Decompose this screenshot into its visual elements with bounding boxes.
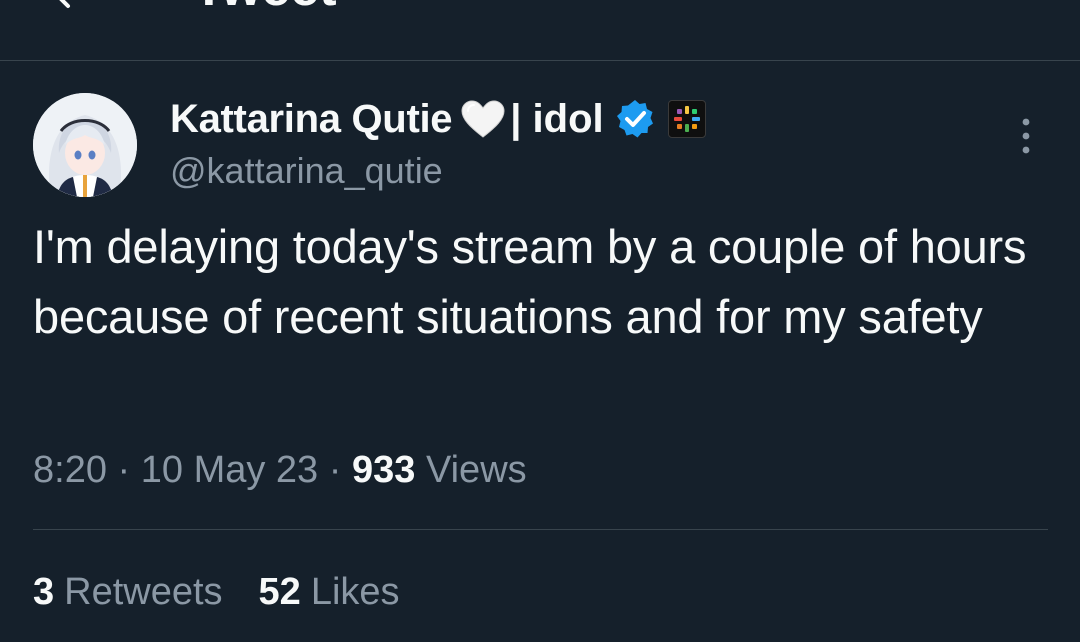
- retweets-stat[interactable]: 3 Retweets: [33, 564, 223, 620]
- affiliate-badge-icon[interactable]: [667, 100, 706, 138]
- page-title: Tweet: [193, 0, 337, 18]
- more-options-icon[interactable]: [1015, 116, 1037, 156]
- tweet: Kattarina Qutie | idol @kattarina_qutie …: [0, 61, 1080, 642]
- tweet-text: I'm delaying today's stream by a couple …: [33, 220, 1027, 343]
- tweet-date[interactable]: 10 May 23: [141, 449, 318, 491]
- meta-separator: ·: [328, 449, 342, 491]
- author-name[interactable]: Kattarina Qutie: [170, 97, 453, 142]
- back-arrow-icon[interactable]: [48, 0, 88, 14]
- engagement-stats: 3 Retweets 52 Likes: [33, 564, 400, 620]
- author-handle[interactable]: @kattarina_qutie: [170, 150, 443, 192]
- tweet-meta: 8:20 · 10 May 23 · 933 Views: [33, 442, 527, 498]
- retweets-count: 3: [33, 571, 55, 613]
- avatar[interactable]: [33, 93, 137, 197]
- likes-count: 52: [258, 571, 301, 613]
- verified-badge-icon[interactable]: [614, 98, 656, 140]
- likes-label: Likes: [310, 571, 400, 613]
- author-name-row[interactable]: Kattarina Qutie | idol: [170, 95, 706, 143]
- tweet-time[interactable]: 8:20: [33, 449, 107, 491]
- avatar-image: [33, 93, 137, 197]
- likes-stat[interactable]: 52 Likes: [259, 564, 400, 620]
- author-name-suffix: | idol: [510, 96, 604, 141]
- divider: [33, 529, 1048, 530]
- retweets-label: Retweets: [64, 571, 223, 613]
- views-count: 933: [351, 449, 416, 491]
- white-heart-icon: [461, 100, 505, 138]
- views-label: Views: [425, 449, 527, 491]
- top-bar: Tweet: [0, 0, 1080, 61]
- meta-separator: ·: [117, 449, 131, 491]
